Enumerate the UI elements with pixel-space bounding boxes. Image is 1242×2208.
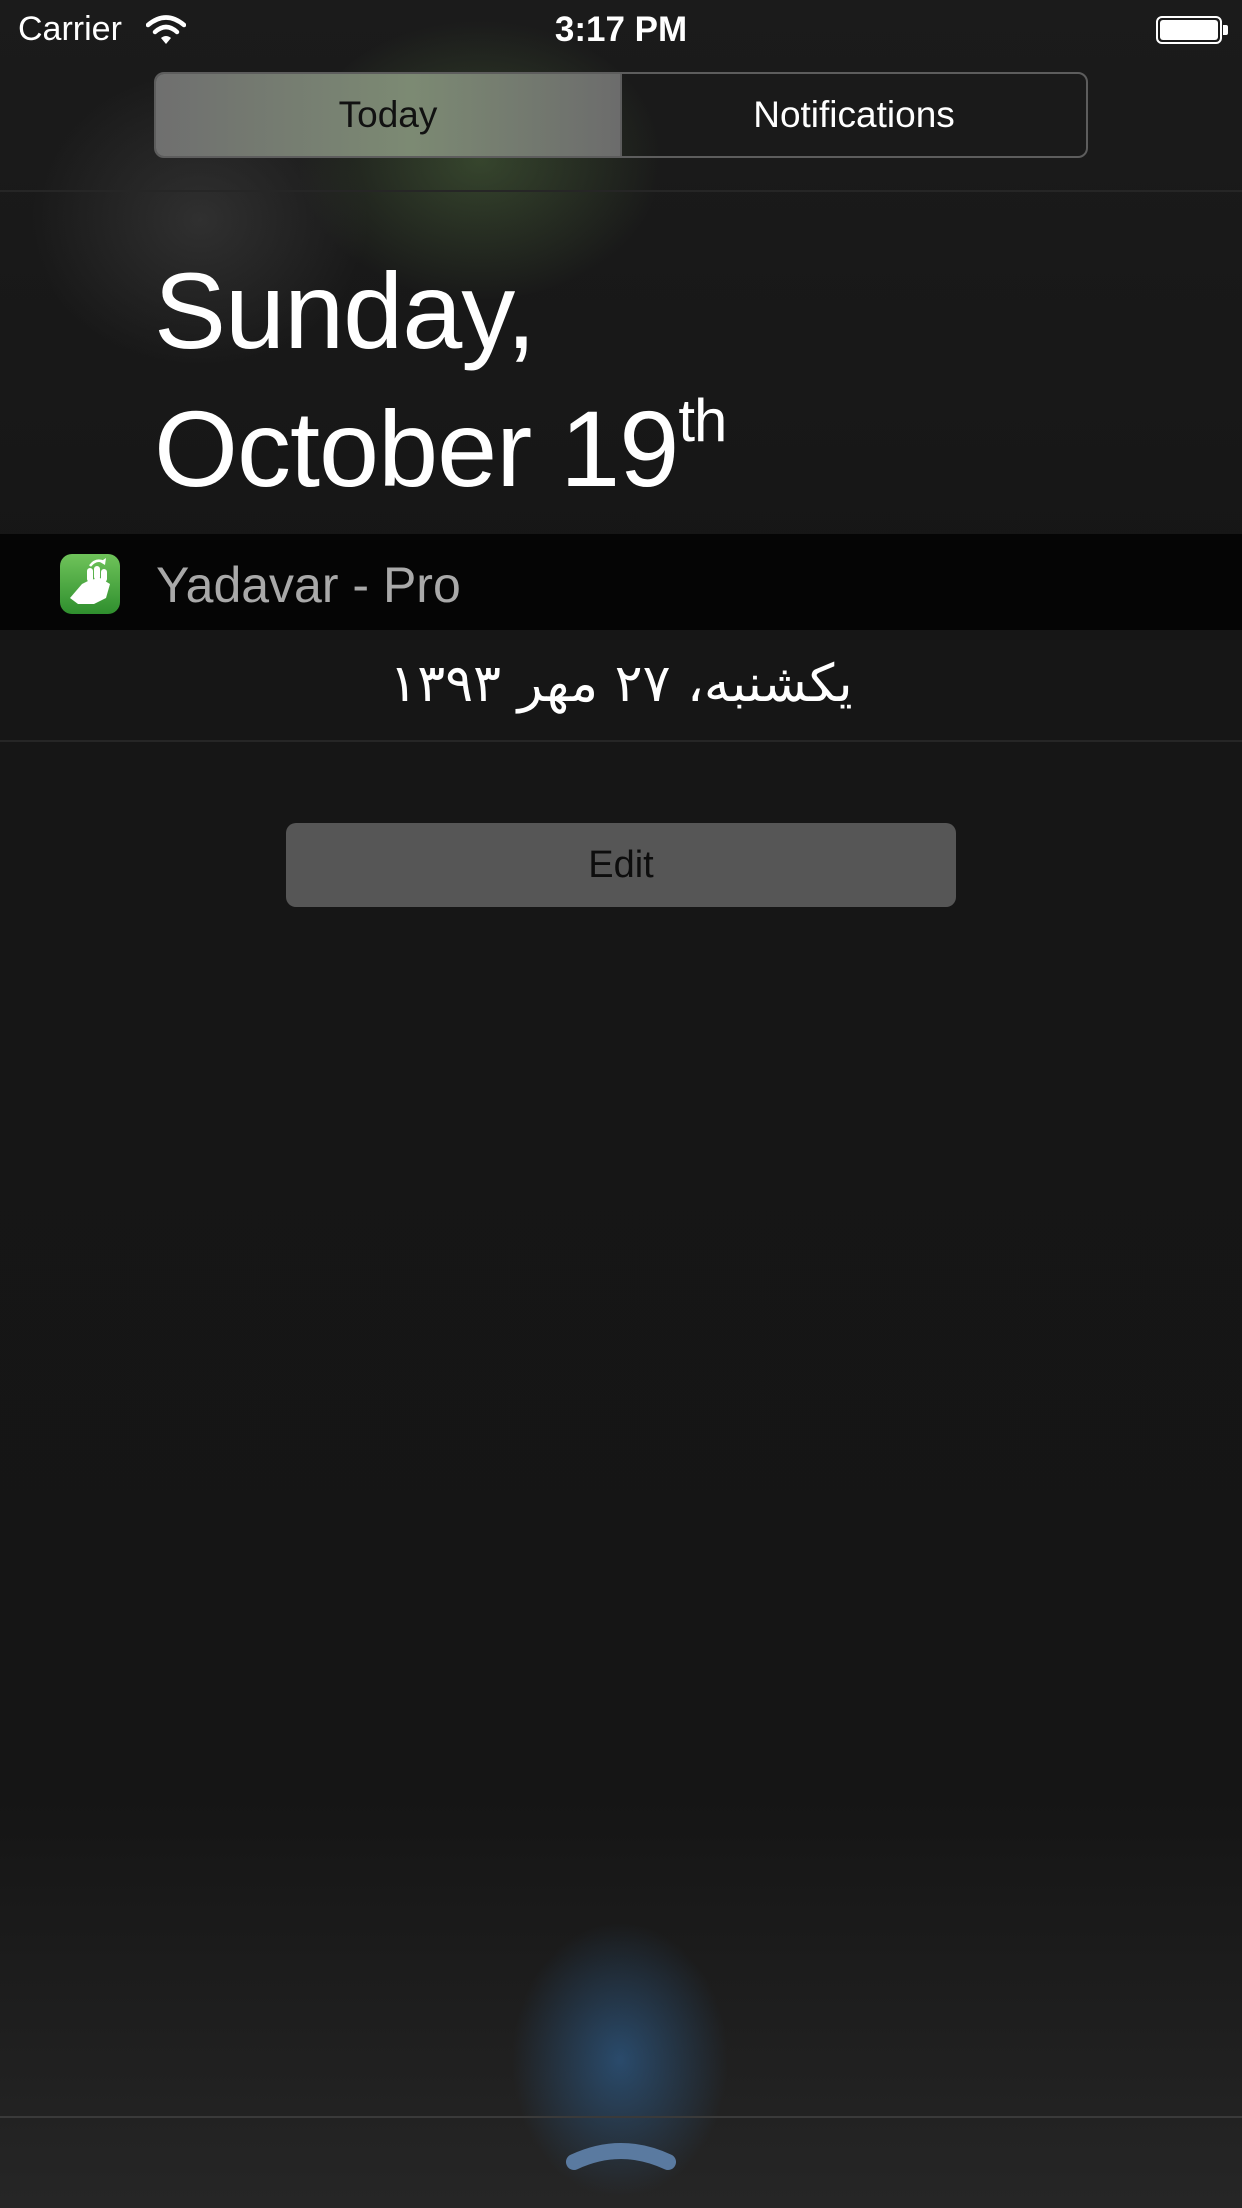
status-bar: Carrier 3:17 PM (0, 0, 1242, 62)
view-segmented-control: Today Notifications (154, 72, 1088, 158)
date-month-day-text: October 19 (154, 388, 679, 509)
date-ordinal-suffix: th (678, 387, 727, 454)
widget-app-name: Yadavar - Pro (156, 557, 461, 613)
tab-today[interactable]: Today (156, 74, 620, 156)
yadavar-app-icon (60, 554, 120, 614)
hand-icon (70, 558, 110, 604)
status-time: 3:17 PM (554, 10, 688, 49)
persian-date-text: یکشنبه، ۲۷ مهر ۱۳۹۳ (389, 654, 853, 714)
widget-header[interactable]: Yadavar - Pro (0, 534, 1242, 630)
battery-tip (1223, 25, 1228, 35)
date-month-day: October 19th (154, 370, 727, 509)
date-weekday: Sunday, (154, 250, 536, 371)
chevron-up-icon[interactable] (566, 2138, 676, 2174)
widget-divider (0, 740, 1242, 742)
bottom-divider (0, 2116, 1242, 2118)
edit-button[interactable]: Edit (286, 823, 956, 907)
tab-notifications[interactable]: Notifications (620, 74, 1086, 156)
battery-icon (1156, 16, 1222, 44)
date-heading: Sunday, October 19th (154, 250, 727, 509)
header-divider (0, 190, 1242, 192)
